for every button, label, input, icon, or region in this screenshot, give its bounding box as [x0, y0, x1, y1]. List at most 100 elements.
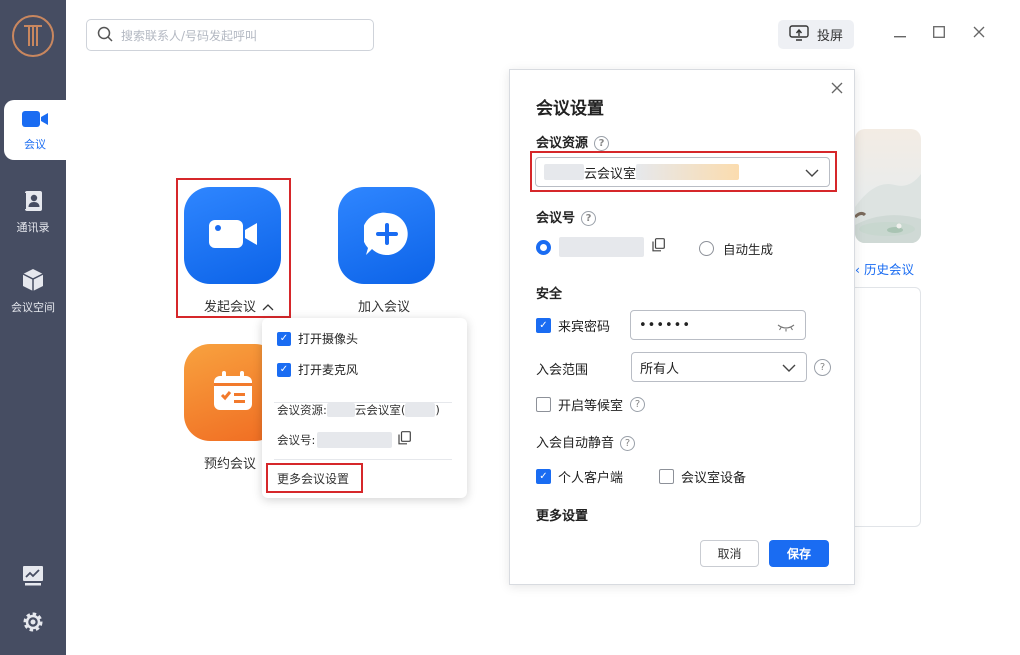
sidebar-item-meeting[interactable]: 会议 [4, 100, 66, 160]
checkbox-checked-icon[interactable]: ✓ [536, 469, 551, 484]
sidebar: 会议 通讯录 会议空间 [0, 0, 66, 655]
minimize-button[interactable] [890, 24, 910, 44]
sidebar-item-label: 会议空间 [11, 300, 55, 314]
resource-label: 会议资源 [536, 136, 589, 151]
meeting-id-row: 会议号: [277, 431, 412, 448]
plus-icon [361, 211, 410, 261]
settings-button[interactable] [0, 610, 66, 638]
resource-section: 会议资源? [536, 132, 610, 151]
checkbox-unchecked-icon[interactable] [659, 469, 674, 484]
meeting-id-label: 会议号 [536, 211, 576, 226]
help-icon[interactable]: ? [630, 397, 646, 412]
maximize-button[interactable] [929, 24, 949, 44]
camera-option-label: 打开摄像头 [298, 332, 359, 346]
search-input[interactable]: 搜索联系人/号码发起呼叫 [86, 19, 374, 51]
meeting-settings-dialog: 会议设置 会议资源? 云会议室 会议号? 自动生成 安全 ✓ 来宾密码 ••••… [509, 69, 855, 585]
meeting-id-label: 会议号: [277, 432, 316, 447]
chevron-down-icon [782, 362, 796, 377]
search-icon [97, 26, 113, 45]
calendar-icon [211, 369, 255, 417]
chart-button[interactable] [0, 564, 66, 592]
microphone-option-label: 打开麦克风 [298, 363, 359, 377]
radio-unselected-icon[interactable] [699, 241, 714, 256]
history-meetings-link[interactable]: 历史会议 › [855, 259, 921, 278]
auto-mute-label: 入会自动静音 [536, 436, 615, 451]
contacts-icon [22, 190, 44, 215]
waiting-room-label: 开启等候室 [558, 399, 624, 414]
waiting-room-option[interactable]: 开启等候室 ? [536, 395, 646, 414]
app-logo [12, 15, 54, 57]
help-icon[interactable]: ? [581, 211, 597, 226]
copy-icon[interactable] [652, 238, 665, 256]
save-button[interactable]: 保存 [769, 540, 829, 567]
redacted-text [326, 403, 355, 417]
schedule-meeting-label[interactable]: 预约会议 [204, 453, 256, 472]
join-meeting-label[interactable]: 加入会议 [358, 296, 410, 315]
cast-icon [789, 24, 809, 45]
chart-icon [21, 564, 45, 592]
redacted-meeting-id [317, 431, 393, 448]
personal-client-label: 个人客户端 [558, 471, 624, 486]
resource-row: 会议资源: 云会议室( ) [277, 402, 440, 418]
more-settings-title[interactable]: 更多设置 [536, 505, 588, 524]
eye-closed-icon[interactable] [777, 321, 795, 336]
cast-screen-button[interactable]: 投屏 [778, 20, 854, 49]
password-value: •••••• [639, 317, 692, 333]
meeting-id-option-personal[interactable] [536, 237, 665, 257]
checkbox-unchecked-icon[interactable] [536, 397, 551, 412]
search-placeholder: 搜索联系人/号码发起呼叫 [121, 28, 258, 43]
meeting-id-option-auto[interactable]: 自动生成 [699, 239, 773, 258]
scope-select[interactable]: 所有人 [631, 352, 807, 382]
video-camera-icon [21, 109, 49, 132]
checkbox-checked-icon[interactable]: ✓ [277, 331, 291, 346]
cast-label: 投屏 [816, 29, 843, 44]
cube-icon [21, 268, 45, 295]
join-meeting-tile[interactable] [338, 187, 435, 284]
help-icon[interactable]: ? [620, 436, 636, 451]
help-icon[interactable]: ? [814, 359, 831, 376]
dialog-close-button[interactable] [831, 82, 843, 98]
copy-icon[interactable] [398, 431, 412, 448]
history-list-panel [855, 287, 921, 527]
gear-icon [21, 610, 45, 638]
minimize-icon [894, 26, 906, 42]
resource-value: 云会议室( [354, 403, 406, 417]
divider [274, 459, 452, 460]
scope-label: 入会范围 [536, 363, 589, 378]
guest-password-input[interactable]: •••••• [630, 310, 806, 340]
redacted-meeting-id [559, 237, 644, 257]
mute-room-device-option[interactable]: 会议室设备 [659, 467, 746, 486]
banner-card [855, 129, 921, 243]
radio-selected-icon[interactable] [536, 239, 551, 255]
start-meeting-highlight [176, 178, 291, 318]
scope-select-value: 所有人 [640, 361, 680, 377]
close-icon [973, 26, 985, 42]
sidebar-item-label: 会议 [24, 137, 46, 151]
sidebar-item-meeting-space[interactable]: 会议空间 [0, 261, 66, 321]
auto-mute-section: 入会自动静音? [536, 432, 636, 451]
redacted-text [405, 403, 436, 417]
sidebar-item-label: 通讯录 [16, 220, 50, 234]
maximize-icon [933, 26, 945, 42]
resource-close-paren: ) [435, 403, 440, 417]
help-icon[interactable]: ? [594, 136, 610, 151]
room-device-label: 会议室设备 [681, 471, 747, 486]
mute-personal-client-option[interactable]: ✓ 个人客户端 [536, 467, 623, 486]
resource-highlight [530, 151, 837, 192]
close-button[interactable] [969, 24, 989, 44]
auto-generate-label: 自动生成 [723, 242, 774, 257]
checkbox-checked-icon[interactable]: ✓ [277, 362, 291, 377]
meeting-id-section: 会议号? [536, 207, 597, 226]
close-icon [831, 82, 843, 98]
sidebar-item-contacts[interactable]: 通讯录 [0, 182, 66, 242]
more-settings-highlight [266, 463, 363, 493]
microphone-option[interactable]: ✓ 打开麦克风 [277, 361, 358, 378]
camera-option[interactable]: ✓ 打开摄像头 [277, 330, 358, 347]
dialog-title: 会议设置 [536, 99, 604, 119]
cancel-button[interactable]: 取消 [700, 540, 759, 567]
guest-password-option[interactable]: ✓ 来宾密码 [536, 316, 610, 335]
security-section-title: 安全 [536, 287, 563, 302]
checkbox-checked-icon[interactable]: ✓ [536, 318, 551, 333]
guest-password-label: 来宾密码 [558, 320, 611, 335]
resource-label: 会议资源: [277, 403, 327, 417]
